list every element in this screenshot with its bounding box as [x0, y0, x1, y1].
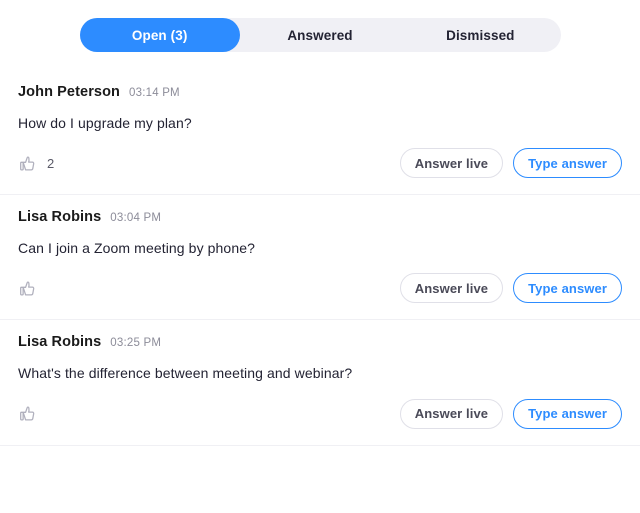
thumbs-up-icon [18, 404, 37, 423]
type-answer-button[interactable]: Type answer [513, 148, 622, 178]
tab-dismissed[interactable]: Dismissed [400, 18, 560, 52]
question-timestamp: 03:25 PM [110, 337, 161, 349]
type-answer-button[interactable]: Type answer [513, 399, 622, 429]
question-actions: 2 Answer live Type answer [18, 132, 622, 194]
question-timestamp: 03:04 PM [110, 212, 161, 224]
tab-open-label: Open (3) [132, 28, 188, 43]
tab-dismissed-label: Dismissed [446, 28, 514, 43]
question-list: John Peterson 03:14 PM How do I upgrade … [0, 70, 640, 446]
question-header: John Peterson 03:14 PM [18, 70, 622, 100]
thumbs-up-icon [18, 279, 37, 298]
question-header: Lisa Robins 03:04 PM [18, 195, 622, 225]
question-text: How do I upgrade my plan? [18, 100, 622, 132]
question-author: Lisa Robins [18, 209, 101, 225]
upvote-control[interactable] [18, 404, 47, 423]
question-actions: Answer live Type answer [18, 383, 622, 445]
tab-answered-label: Answered [287, 28, 352, 43]
thumbs-up-icon [18, 154, 37, 173]
question-item: Lisa Robins 03:25 PM What's the differen… [0, 320, 640, 445]
question-header: Lisa Robins 03:25 PM [18, 320, 622, 350]
answer-live-button[interactable]: Answer live [400, 148, 503, 178]
tabbar-container: Open (3) Answered Dismissed [0, 0, 640, 52]
upvote-control[interactable] [18, 279, 47, 298]
upvote-count: 2 [47, 156, 54, 171]
upvote-control[interactable]: 2 [18, 154, 54, 173]
answer-live-button[interactable]: Answer live [400, 399, 503, 429]
question-author: John Peterson [18, 84, 120, 100]
answer-live-button[interactable]: Answer live [400, 273, 503, 303]
question-author: Lisa Robins [18, 334, 101, 350]
question-item: John Peterson 03:14 PM How do I upgrade … [0, 70, 640, 195]
tab-answered[interactable]: Answered [240, 18, 400, 52]
type-answer-button[interactable]: Type answer [513, 273, 622, 303]
question-text: What's the difference between meeting an… [18, 350, 622, 382]
question-timestamp: 03:14 PM [129, 87, 180, 99]
question-text: Can I join a Zoom meeting by phone? [18, 225, 622, 257]
tab-open[interactable]: Open (3) [80, 18, 240, 52]
question-item: Lisa Robins 03:04 PM Can I join a Zoom m… [0, 195, 640, 320]
qa-tabbar: Open (3) Answered Dismissed [80, 18, 561, 52]
question-actions: Answer live Type answer [18, 257, 622, 319]
